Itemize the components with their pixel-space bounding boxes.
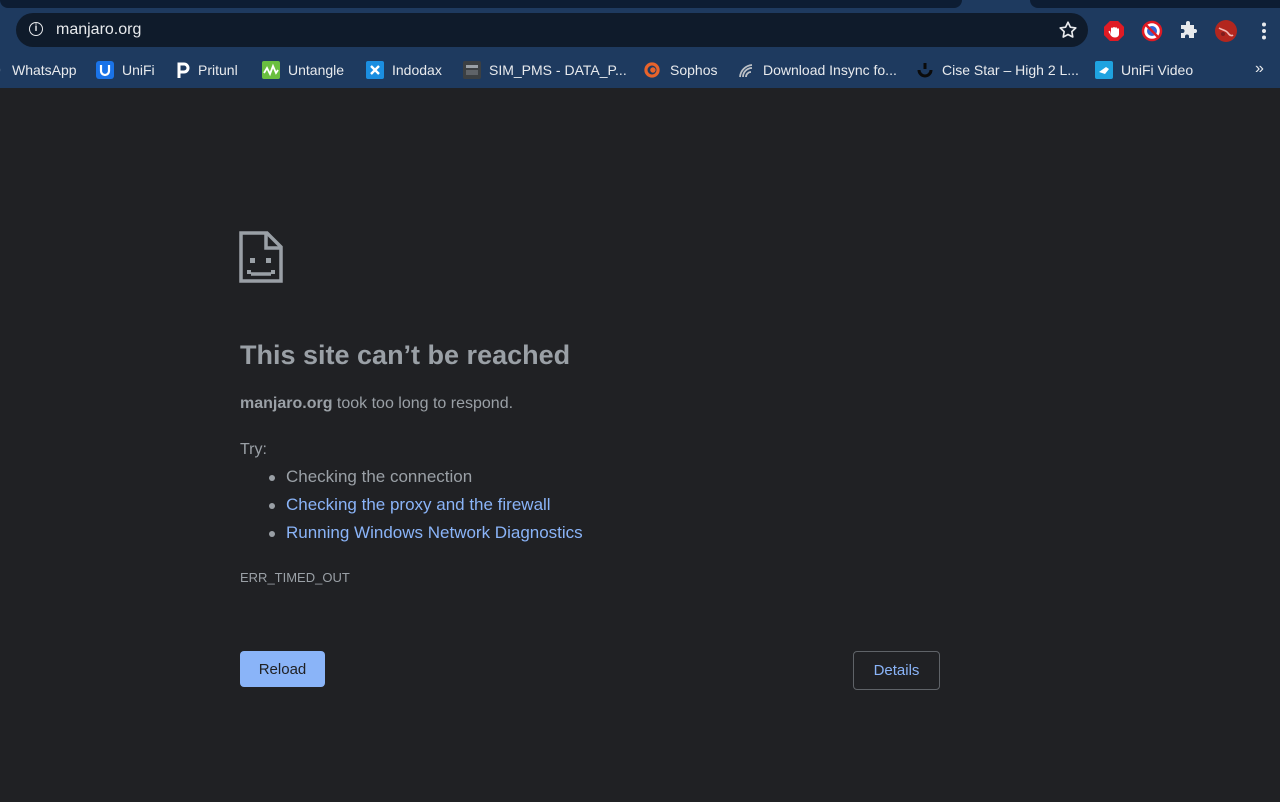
suggestion-proxy-firewall-link[interactable]: Checking the proxy and the firewall <box>286 495 551 514</box>
error-description: manjaro.org took too long to respond. <box>240 393 513 415</box>
bookmark-label: Untangle <box>288 62 345 78</box>
unifi-icon <box>96 61 114 79</box>
suggestion-network-diagnostics-link[interactable]: Running Windows Network Diagnostics <box>286 523 583 542</box>
bookmark-cise-star[interactable]: Cise Star – High 2 L... <box>916 58 1079 82</box>
bookmark-label: Pritunl <box>198 62 238 78</box>
suggestions-list: Checking the connection Checking the pro… <box>240 466 583 550</box>
try-label: Try: <box>240 441 267 458</box>
bookmark-label: Sophos <box>670 62 718 78</box>
bookmark-star-icon[interactable] <box>1057 19 1079 41</box>
bookmark-label: WhatsApp <box>12 62 77 78</box>
extensions-puzzle-icon[interactable] <box>1177 19 1201 43</box>
bookmark-pritunl[interactable]: Pritunl <box>176 58 238 82</box>
details-button[interactable]: Details <box>853 651 940 690</box>
bookmark-label: SIM_PMS - DATA_P... <box>489 62 627 78</box>
site-info-icon[interactable]: i <box>29 22 43 36</box>
bookmark-unifi-video[interactable]: UniFi Video <box>1095 58 1193 82</box>
bookmark-indodax[interactable]: Indodax <box>366 58 442 82</box>
pritunl-icon <box>177 62 190 78</box>
error-description-text: took too long to respond. <box>332 395 514 412</box>
bookmark-sophos[interactable]: Sophos <box>642 58 717 82</box>
sad-page-icon <box>239 231 283 283</box>
bookmark-untangle[interactable]: Untangle <box>262 58 344 82</box>
browser-toolbar: i manjaro.org <box>0 8 1280 52</box>
bookmarks-bar: WhatsApp UniFi Pritunl Untangle Indodax <box>0 52 1280 88</box>
address-bar-url[interactable]: manjaro.org <box>56 20 141 40</box>
error-code: ERR_TIMED_OUT <box>240 570 350 585</box>
bookmark-label: Indodax <box>392 62 442 78</box>
suggestion-item: Running Windows Network Diagnostics <box>240 522 583 550</box>
reload-button[interactable]: Reload <box>240 651 325 687</box>
address-bar[interactable]: i manjaro.org <box>16 13 1088 47</box>
suggestion-item: Checking the connection <box>240 466 583 494</box>
vpn-extension-icon[interactable] <box>1140 19 1164 43</box>
whatsapp-icon <box>0 68 1 72</box>
suggestion-item: Checking the proxy and the firewall <box>240 494 583 522</box>
bookmark-whatsapp[interactable]: WhatsApp <box>0 58 77 82</box>
bookmark-label: UniFi <box>122 62 155 78</box>
bookmark-insync[interactable]: Download Insync fo... <box>737 58 897 82</box>
bookmark-unifi[interactable]: UniFi <box>96 58 155 82</box>
error-title: This site can’t be reached <box>240 340 571 370</box>
sim-pms-icon <box>463 61 481 79</box>
bookmark-label: Cise Star – High 2 L... <box>942 62 1079 78</box>
browser-menu-icon[interactable] <box>1254 19 1274 43</box>
bookmarks-overflow-button[interactable]: » <box>1255 60 1264 78</box>
unifi-video-icon <box>1095 61 1113 79</box>
tab-edge[interactable] <box>1030 0 1280 8</box>
bookmark-sim-pms[interactable]: SIM_PMS - DATA_P... <box>463 58 627 82</box>
bookmark-label: Download Insync fo... <box>763 62 897 78</box>
cise-star-icon <box>917 63 933 78</box>
indodax-icon <box>366 61 384 79</box>
profile-avatar-icon[interactable] <box>1214 19 1238 43</box>
sophos-icon <box>644 62 660 78</box>
adblock-extension-icon[interactable] <box>1102 19 1126 43</box>
insync-icon <box>739 64 753 78</box>
suggestion-check-connection: Checking the connection <box>286 467 473 486</box>
error-host: manjaro.org <box>240 395 333 412</box>
untangle-icon <box>262 61 280 79</box>
bookmark-label: UniFi Video <box>1121 62 1194 78</box>
active-tab-edge[interactable] <box>0 0 962 8</box>
